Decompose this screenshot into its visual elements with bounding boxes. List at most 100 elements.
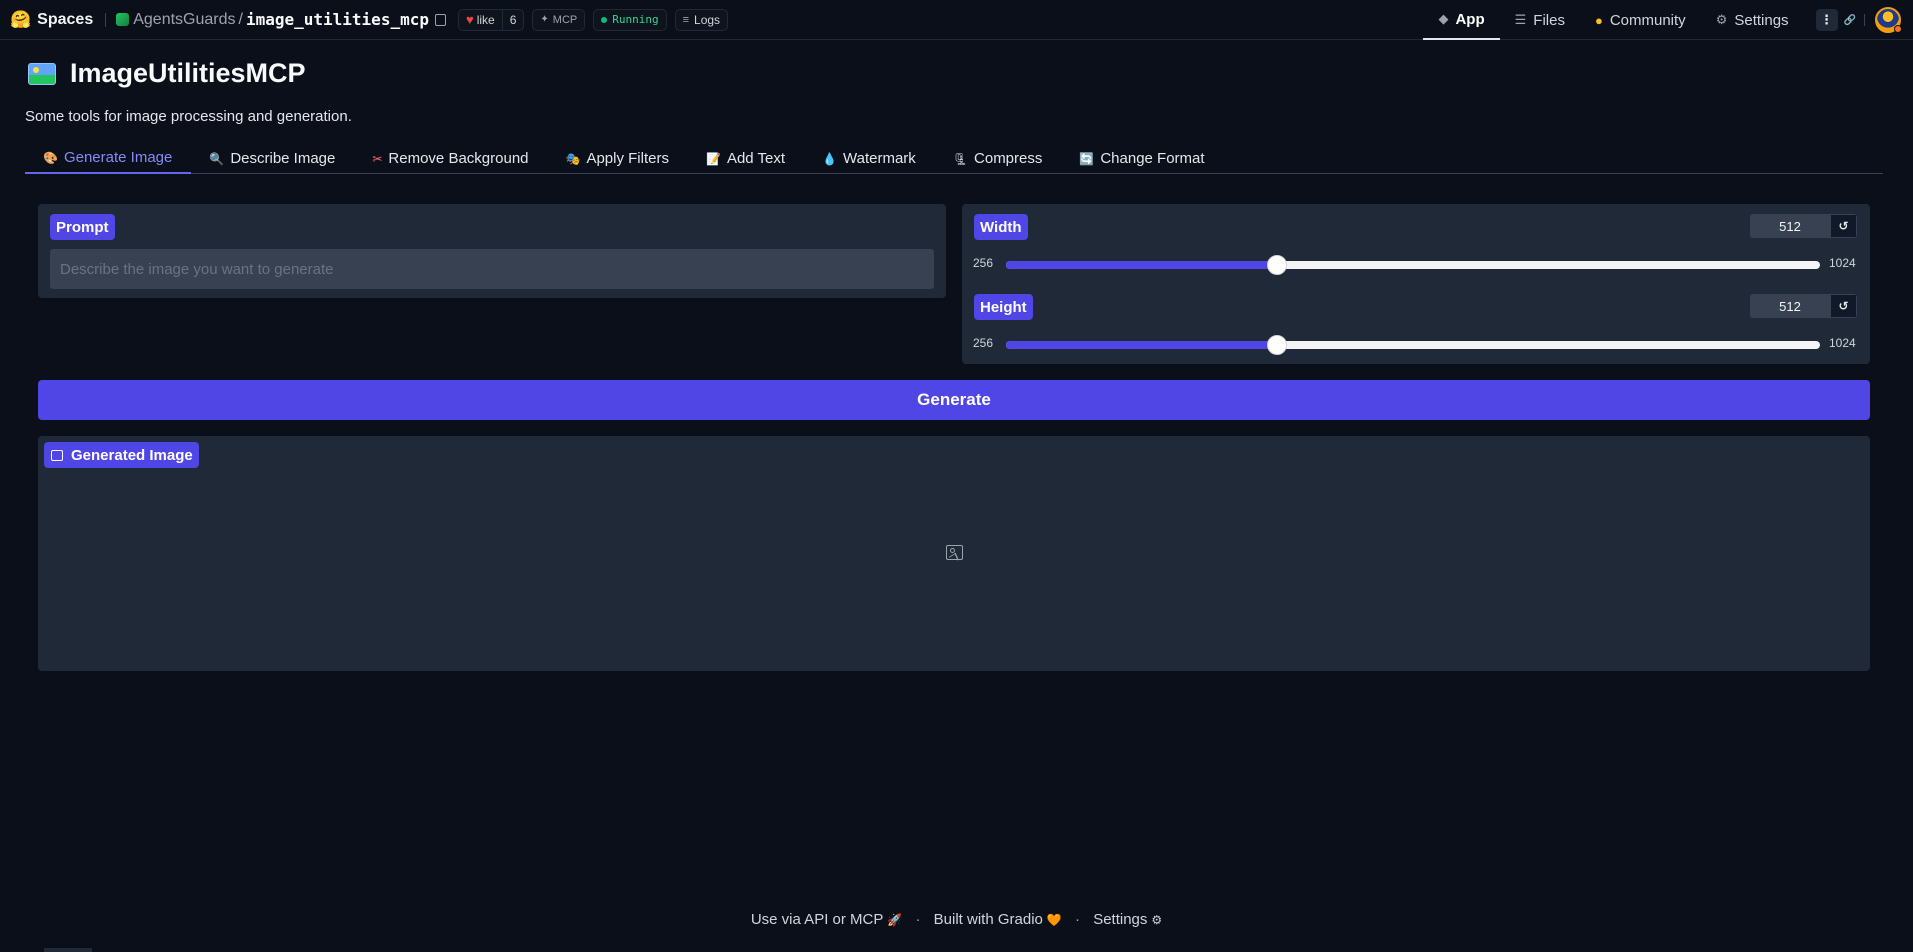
page-title: ImageUtilitiesMCP	[70, 58, 306, 88]
page-subtitle: Some tools for image processing and gene…	[25, 108, 352, 125]
footer: Use via API or MCP 🚀 · Built with Gradio 🧡…	[0, 911, 1913, 928]
copy-icon[interactable]	[434, 13, 446, 26]
tab-remove-background[interactable]: ✂ Remove Background	[354, 143, 547, 174]
files-icon: ☰	[1514, 12, 1527, 27]
more-menu-button[interactable]: ⋮	[1815, 9, 1838, 31]
magnifier-icon: 🔍	[209, 151, 225, 166]
height-label: Height	[974, 294, 1033, 320]
nav-app-label: App	[1455, 10, 1485, 28]
gear-icon: ⚙	[1151, 913, 1163, 927]
height-number-input[interactable]: 512	[1750, 294, 1830, 318]
gradio-logo-icon: 🧡	[1046, 913, 1062, 927]
height-slider[interactable]	[1006, 335, 1820, 355]
footer-separator: ·	[915, 911, 921, 928]
width-slider-fill	[1006, 261, 1278, 269]
tab-add-text[interactable]: 📝 Add Text	[688, 143, 804, 174]
nav-app[interactable]: ◆ App	[1423, 0, 1500, 40]
tab-generate-image[interactable]: 🎨 Generate Image	[25, 143, 192, 174]
tab-label: Remove Background	[388, 150, 529, 167]
width-number-box: 512 ↺	[1750, 214, 1857, 238]
prompt-label: Prompt	[50, 214, 115, 240]
footer-separator: ·	[1075, 911, 1081, 928]
width-slider[interactable]	[1006, 255, 1820, 275]
link-icon[interactable]: 🔗	[1844, 15, 1856, 26]
width-slider-thumb[interactable]	[1267, 255, 1288, 275]
like-count: 6	[501, 9, 524, 30]
image-placeholder-icon	[946, 545, 963, 560]
masks-icon: 🎭	[565, 151, 581, 166]
more-vertical-icon: ⋮	[1820, 12, 1834, 27]
user-avatar[interactable]	[1875, 7, 1902, 33]
width-max-label: 1024	[1829, 256, 1856, 270]
rocket-icon: 🚀	[887, 913, 903, 927]
generated-image-label: Generated Image	[44, 442, 199, 468]
mcp-icon: ✦	[540, 14, 549, 25]
height-number-box: 512 ↺	[1750, 294, 1857, 318]
width-reset-button[interactable]: ↺	[1830, 214, 1857, 238]
status-badge[interactable]: Running	[593, 8, 667, 31]
nav-settings[interactable]: ⚙ Settings	[1701, 0, 1804, 40]
generate-button[interactable]: Generate	[38, 380, 1870, 420]
width-label: Width	[974, 214, 1028, 240]
logs-icon: ≡	[682, 13, 690, 26]
footer-settings-link[interactable]: Settings ⚙	[1093, 911, 1162, 928]
tab-label: Apply Filters	[586, 150, 669, 167]
hf-topbar: 🤗 Spaces AgentsGuards / image_utilities_…	[0, 0, 1913, 40]
notification-dot	[1894, 25, 1902, 33]
image-icon	[51, 449, 63, 461]
nav-files[interactable]: ☰ Files	[1500, 0, 1580, 40]
scrollbar-handle[interactable]	[44, 948, 92, 952]
mcp-badge[interactable]: ✦ MCP	[532, 8, 586, 31]
height-slider-thumb[interactable]	[1267, 335, 1288, 355]
footer-settings-label: Settings	[1093, 911, 1148, 928]
width-number-input[interactable]: 512	[1750, 214, 1830, 238]
height-max-label: 1024	[1829, 336, 1856, 350]
tab-label: Watermark	[843, 150, 916, 167]
nav-community-label: Community	[1609, 11, 1686, 29]
height-reset-button[interactable]: ↺	[1830, 294, 1857, 318]
repo-name-link[interactable]: image_utilities_mcp	[246, 10, 429, 29]
community-icon: ●	[1594, 12, 1603, 28]
gradio-link-label: Built with Gradio	[933, 911, 1043, 928]
tab-describe-image[interactable]: 🔍 Describe Image	[191, 143, 354, 174]
memo-icon: 📝	[705, 151, 721, 166]
tab-apply-filters[interactable]: 🎭 Apply Filters	[548, 143, 688, 174]
spaces-link[interactable]: Spaces	[37, 11, 93, 29]
api-link[interactable]: Use via API or MCP 🚀	[751, 911, 903, 928]
tab-label: Change Format	[1100, 150, 1205, 167]
generated-image-label-text: Generated Image	[71, 446, 193, 464]
tab-change-format[interactable]: 🔄 Change Format	[1061, 143, 1223, 174]
height-min-label: 256	[973, 336, 994, 350]
mcp-label: MCP	[552, 13, 578, 26]
nav-settings-label: Settings	[1734, 11, 1789, 29]
owner-link[interactable]: AgentsGuards	[133, 11, 235, 29]
tab-label: Generate Image	[63, 149, 173, 166]
api-link-label: Use via API or MCP	[750, 911, 884, 928]
hugging-face-logo-icon[interactable]: 🤗	[10, 10, 31, 30]
like-button[interactable]: ♥ like 6	[457, 8, 525, 31]
tab-watermark[interactable]: 💧 Watermark	[804, 143, 935, 174]
owner-avatar-icon	[116, 13, 130, 26]
cube-icon: ◆	[1438, 11, 1449, 26]
like-label: like	[476, 12, 495, 27]
gradio-link[interactable]: Built with Gradio 🧡	[934, 911, 1062, 928]
divider	[1864, 14, 1865, 26]
logs-button[interactable]: ≡ Logs	[674, 8, 729, 31]
tab-compress[interactable]: 🗜 Compress	[935, 143, 1062, 174]
nav-community[interactable]: ● Community	[1580, 0, 1701, 40]
scissors-icon: ✂	[372, 151, 383, 166]
width-min-label: 256	[973, 256, 994, 270]
generated-image-panel: Generated Image	[38, 436, 1870, 671]
tab-label: Describe Image	[230, 150, 336, 167]
palette-icon: 🎨	[43, 150, 58, 165]
framed-picture-icon	[28, 62, 56, 85]
height-slider-fill	[1006, 341, 1278, 349]
heart-icon: ♥	[465, 12, 474, 27]
app-header: ImageUtilitiesMCP	[28, 58, 306, 89]
prompt-input[interactable]	[50, 249, 934, 289]
nav-files-label: Files	[1533, 11, 1565, 29]
path-separator: /	[238, 10, 243, 28]
refresh-icon: 🔄	[1079, 151, 1095, 166]
tab-label: Add Text	[726, 150, 786, 167]
status-label: Running	[612, 13, 659, 26]
